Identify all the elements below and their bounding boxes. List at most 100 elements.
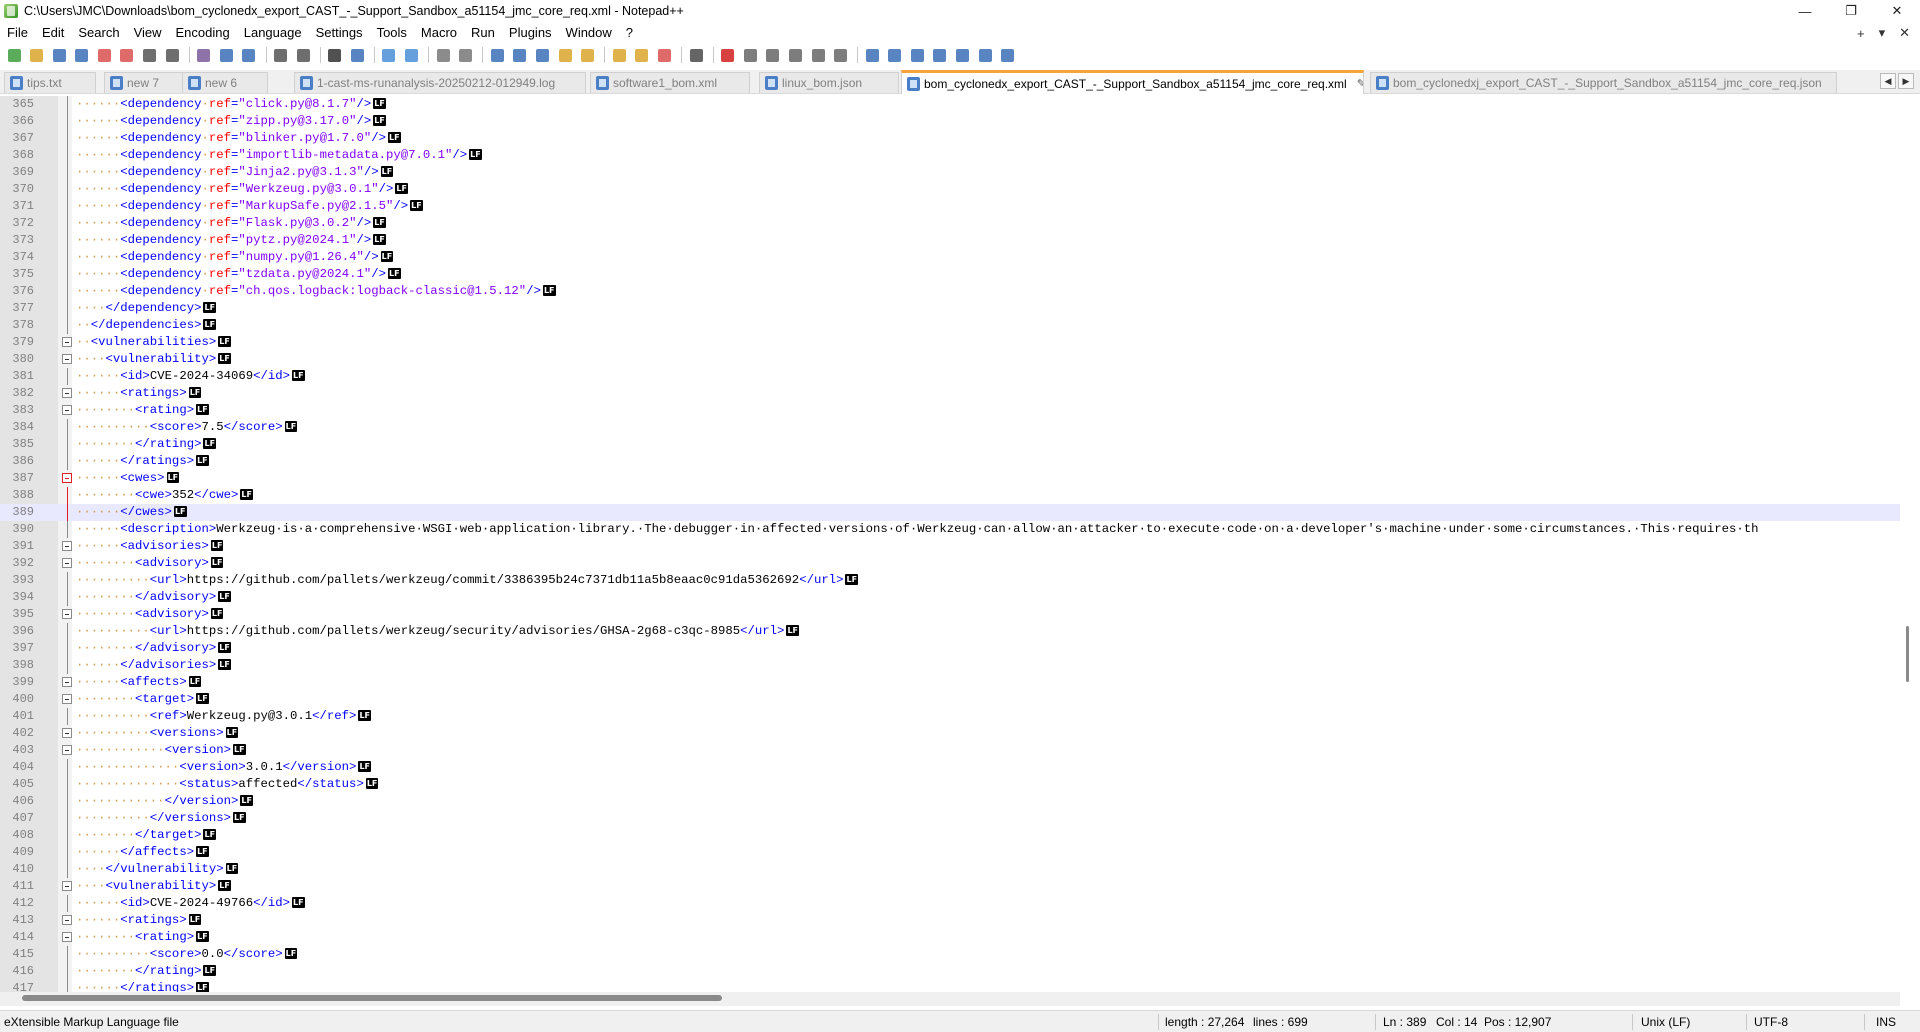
horizontal-scrollbar-thumb[interactable] [22,995,722,1001]
tab-2[interactable]: new 7 [104,72,190,93]
code-line[interactable]: 388 ········<cwe>352</cwe> LF [0,487,1900,504]
cut-icon[interactable] [194,45,214,65]
menu-window[interactable]: Window [559,22,619,44]
compare-settings-icon[interactable] [975,45,995,65]
status-insert-mode[interactable]: INS [1876,1015,1896,1029]
code-line[interactable]: 397 ········</advisory> LF [0,640,1900,657]
status-eol[interactable]: Unix (LF) [1641,1015,1690,1029]
compare-next-icon[interactable] [907,45,927,65]
tab-1[interactable]: tips.txt [4,72,96,93]
fold-toggle-icon[interactable] [62,405,72,415]
tab-5[interactable]: software1_bom.xml [590,72,750,93]
tab-scroll-right-button[interactable]: ▶ [1898,73,1914,89]
code-line[interactable]: 396 ··········<url>https://github.com/pal… [0,623,1900,640]
code-line[interactable]: 383 ········<rating> LF [0,402,1900,419]
menu-settings[interactable]: Settings [309,22,370,44]
code-line[interactable]: 372 ······<dependency·ref="Flask.py@3.0.2… [0,215,1900,232]
replace-icon[interactable] [347,45,367,65]
record-macro-icon[interactable] [718,45,738,65]
folder-as-workspace-icon[interactable] [632,45,652,65]
tab-6[interactable]: linux_bom.json [759,72,899,93]
word-wrap-icon[interactable] [487,45,507,65]
compare-prev-icon[interactable] [885,45,905,65]
doc-map-icon[interactable] [578,45,598,65]
code-line[interactable]: 379 ··<vulnerabilities> LF [0,334,1900,351]
menu-file[interactable]: File [0,22,35,44]
code-line[interactable]: 380 ····<vulnerability> LF [0,351,1900,368]
code-line[interactable]: 390 ······<description>Werkzeug·is·a·comp… [0,521,1900,538]
code-line[interactable]: 394 ········</advisory> LF [0,589,1900,606]
menu-tools[interactable]: Tools [370,22,414,44]
fold-toggle-icon[interactable] [62,388,72,398]
code-line[interactable]: 400 ········<target> LF [0,691,1900,708]
code-line[interactable]: 405 ··············<status>affected</statu… [0,776,1900,793]
tab-3[interactable]: new 6 [182,72,268,93]
code-line[interactable]: 404 ··············<version>3.0.1</version… [0,759,1900,776]
copy-icon[interactable] [216,45,236,65]
fold-toggle-icon[interactable] [62,694,72,704]
code-line[interactable]: 367 ······<dependency·ref="blinker.py@1.7… [0,130,1900,147]
code-line[interactable]: 417 ······</ratings> LF [0,980,1900,992]
menu-help[interactable]: ? [619,22,640,44]
close-all-icon[interactable] [117,45,137,65]
menu-edit[interactable]: Edit [35,22,71,44]
save-all-icon[interactable] [72,45,92,65]
editor-area[interactable]: 365 ······<dependency·ref="click.py@8.1.7… [0,96,1920,992]
code-line[interactable]: 371 ······<dependency·ref="MarkupSafe.py@… [0,198,1900,215]
code-line[interactable]: 377 ····</dependency> LF [0,300,1900,317]
paste-icon[interactable] [239,45,259,65]
function-list-icon[interactable] [609,45,629,65]
vertical-scrollbar-thumb[interactable] [1906,626,1909,682]
print-icon[interactable] [140,45,160,65]
doc-switcher-icon[interactable] [654,45,674,65]
code-line[interactable]: 386 ······</ratings> LF [0,453,1900,470]
code-line[interactable]: 369 ······<dependency·ref="Jinja2.py@3.1.… [0,164,1900,181]
code-line[interactable]: 370 ······<dependency·ref="Werkzeug.py@3.… [0,181,1900,198]
code-line[interactable]: 381 ······<id>CVE-2024-34069</id> LF [0,368,1900,385]
fold-toggle-icon[interactable] [62,473,72,483]
code-line[interactable]: 365 ······<dependency·ref="click.py@8.1.7… [0,96,1900,113]
new-tab-button[interactable]: + [1857,26,1865,41]
fold-toggle-icon[interactable] [62,609,72,619]
code-line[interactable]: 413 ······<ratings> LF [0,912,1900,929]
fold-toggle-icon[interactable] [62,337,72,347]
xml-tools-icon[interactable] [998,45,1018,65]
code-line[interactable]: 376 ······<dependency·ref="ch.qos.logback… [0,283,1900,300]
code-line[interactable]: 406 ············</version> LF [0,793,1900,810]
tab-scroll-left-button[interactable]: ◀ [1880,73,1896,89]
code-line[interactable]: 385 ········</rating> LF [0,436,1900,453]
code-line[interactable]: 392 ········<advisory> LF [0,555,1900,572]
new-file-icon[interactable] [4,45,24,65]
compare-last-icon[interactable] [953,45,973,65]
fold-toggle-icon[interactable] [62,354,72,364]
menu-plugins[interactable]: Plugins [502,22,559,44]
fold-toggle-icon[interactable] [62,677,72,687]
code-line[interactable]: 395 ········<advisory> LF [0,606,1900,623]
code-line[interactable]: 366 ······<dependency·ref="zipp.py@3.17.0… [0,113,1900,130]
code-line[interactable]: 391 ······<advisories> LF [0,538,1900,555]
code-line[interactable]: 398 ······</advisories> LF [0,657,1900,674]
compare-icon[interactable] [862,45,882,65]
zoom-in-icon[interactable] [379,45,399,65]
code-line[interactable]: 387 ······<cwes> LF [0,470,1900,487]
play-macro-icon[interactable] [763,45,783,65]
find-icon[interactable] [325,45,345,65]
menu-run[interactable]: Run [464,22,502,44]
print-now-icon[interactable] [162,45,182,65]
menu-view[interactable]: View [127,22,169,44]
status-encoding[interactable]: UTF-8 [1754,1015,1788,1029]
minimize-button[interactable]: — [1782,0,1828,22]
tab-4[interactable]: 1-cast-ms-runanalysis-20250212-012949.lo… [294,72,586,93]
stop-record-icon[interactable] [740,45,760,65]
close-icon[interactable] [94,45,114,65]
tab-list-button[interactable]: ▾ [1879,25,1886,41]
fold-toggle-icon[interactable] [62,728,72,738]
zoom-out-icon[interactable] [402,45,422,65]
code-line[interactable]: 402 ··········<versions> LF [0,725,1900,742]
code-line[interactable]: 384 ··········<score>7.5</score> LF [0,419,1900,436]
code-line[interactable]: 408 ········</target> LF [0,827,1900,844]
code-line[interactable]: 401 ··········<ref>Werkzeug.py@3.0.1</ref… [0,708,1900,725]
code-line[interactable]: 389 ······</cwes> LF [0,504,1900,521]
code-line[interactable]: 411 ····<vulnerability> LF [0,878,1900,895]
udl-icon[interactable] [555,45,575,65]
